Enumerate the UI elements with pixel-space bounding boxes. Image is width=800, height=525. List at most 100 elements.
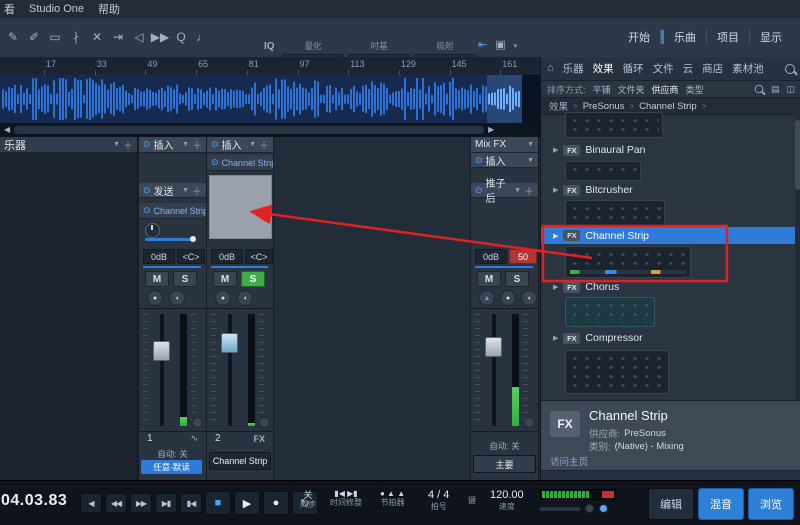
main-fader-handle[interactable] (485, 337, 502, 357)
zoom-tool-icon[interactable]: Q (172, 27, 190, 47)
filter-search-icon[interactable] (755, 85, 764, 94)
metronome-tool-icon[interactable]: ♩ (193, 27, 211, 47)
range-tool-icon[interactable]: ▭ (46, 27, 64, 47)
send-level-bar[interactable] (145, 238, 193, 241)
expand-chevron-icon[interactable]: ▶ (553, 334, 558, 342)
main-name-plate[interactable]: 主要 (473, 455, 536, 473)
ch1-mode-bar[interactable]: 任意-默读 (141, 460, 202, 474)
ch1-solo-button[interactable]: S (173, 271, 197, 287)
time-display[interactable]: 04.03.83 (1, 492, 67, 510)
menu-item-studio-one[interactable]: Studio One (29, 3, 84, 15)
chevron-down-icon[interactable]: ▼ (527, 141, 534, 148)
sort-vendor[interactable]: 供应商 (652, 83, 679, 96)
main-postfader-header[interactable]: ⊙ 推子后 ▼ ＋ (471, 183, 538, 198)
tab-loops[interactable]: 循环 (623, 61, 644, 76)
edit-view-button[interactable]: 编辑 (648, 488, 694, 520)
ch1-gain-field[interactable]: 0dB (143, 249, 175, 264)
pencil-tool-icon[interactable]: ✎ (4, 27, 22, 47)
tab-instruments[interactable]: 乐器 (563, 61, 584, 76)
home-icon[interactable]: ⌂ (547, 63, 554, 74)
sort-type[interactable]: 类型 (686, 83, 704, 96)
audio-track-lane[interactable] (0, 75, 540, 123)
record-button[interactable]: ● (263, 491, 289, 515)
bend-tool-icon[interactable]: ⇥ (109, 27, 127, 47)
ch2-insert-slot[interactable]: ⊙ Channel Strip (207, 155, 273, 171)
add-instrument-icon[interactable]: ＋ (123, 137, 133, 152)
timeline-ruler[interactable]: 173349658197113129145161 (0, 57, 540, 76)
main-solo-button[interactable]: S (505, 271, 529, 287)
browser-scrollbar[interactable] (795, 112, 800, 400)
ch1-inserts-header[interactable]: ⊙ 插入 ▼ ＋ (139, 137, 206, 153)
chevron-down-icon[interactable]: ▼ (527, 157, 534, 164)
main-inserts-header[interactable]: ⊙ 插入 ▼ (471, 153, 538, 168)
paint-tool-icon[interactable]: ✐ (25, 27, 43, 47)
monitor-speaker-icon[interactable]: ◖ (169, 290, 185, 306)
record-arm-icon[interactable]: ● (147, 290, 163, 306)
meter-options-icon[interactable] (192, 417, 203, 428)
page-song-button[interactable]: 乐曲 (664, 25, 706, 49)
page-project-button[interactable]: 项目 (707, 25, 749, 49)
rewind-button[interactable]: ◀◀ (105, 493, 127, 513)
monitor-icon[interactable]: ▣ (495, 40, 505, 51)
return-to-zero-button[interactable]: ▮◀ (180, 493, 202, 513)
list-item-compressor[interactable]: ▶ FX Compressor (541, 330, 800, 346)
timesig-value[interactable]: 4 / 4 (428, 489, 449, 502)
cue-mix-icon[interactable] (585, 504, 594, 513)
ch2-gain-field[interactable]: 0dB (211, 249, 243, 264)
chevron-down-icon[interactable]: ▼ (514, 187, 521, 194)
metronome-group[interactable]: ● ▲ ▲ 节拍器 (380, 490, 405, 507)
visit-homepage-link[interactable]: 访问主页 (550, 454, 588, 468)
add-insert-icon[interactable]: ＋ (259, 137, 269, 152)
grid-view-icon[interactable]: ▤ (771, 85, 780, 94)
punch-in-out-icons[interactable]: ▮◀ ▶▮ (330, 490, 362, 498)
add-insert-icon[interactable]: ＋ (524, 183, 534, 198)
meter-options-icon[interactable] (524, 417, 535, 428)
list-item-channel-strip[interactable]: ▶ FX Channel Strip (541, 227, 800, 244)
expand-chevron-icon[interactable]: ▶ (553, 232, 558, 240)
list-item-bitcrusher[interactable]: ▶ FX Bitcrusher (541, 182, 800, 198)
power-icon[interactable]: ⊙ (143, 185, 151, 196)
power-icon[interactable]: ⊙ (211, 157, 219, 168)
go-to-end-button[interactable]: ▶▮ (155, 493, 177, 513)
play-button[interactable]: ▶ (234, 491, 260, 515)
tab-files[interactable]: 文件 (653, 61, 674, 76)
breadcrumb-channel-strip[interactable]: Channel Strip (639, 101, 697, 112)
fast-forward-button[interactable]: ▶▶ (130, 493, 152, 513)
split-tool-icon[interactable]: ∤ (67, 27, 85, 47)
tab-shop[interactable]: 商店 (702, 61, 723, 76)
plugin-thumbnail[interactable] (565, 246, 691, 278)
sort-flat[interactable]: 平铺 (593, 83, 611, 96)
ch2-mute-button[interactable]: M (213, 271, 237, 287)
punch-group[interactable]: ▮◀ ▶▮ 时间修整 (330, 490, 362, 507)
timesig-group[interactable]: 4 / 4 拍号 (428, 489, 449, 511)
chevron-down-icon[interactable]: ▼ (113, 141, 120, 148)
breadcrumb-presonus[interactable]: PreSonus (583, 101, 625, 112)
mono-icon[interactable]: ▲ (479, 290, 495, 306)
ch2-name-plate[interactable]: Channel Strip (209, 452, 271, 470)
power-icon[interactable]: ⊙ (475, 155, 483, 166)
main-mute-button[interactable]: M (477, 271, 501, 287)
menu-item-help[interactable]: 帮助 (98, 1, 120, 17)
ch1-mute-button[interactable]: M (145, 271, 169, 287)
tempo-group[interactable]: 120.00 速度 (490, 489, 524, 511)
ch1-fader-handle[interactable] (153, 341, 170, 361)
mix-view-button[interactable]: 混音 (698, 488, 744, 520)
search-icon[interactable] (785, 64, 795, 74)
plugin-thumbnail[interactable] (565, 350, 669, 394)
ch1-sends-header[interactable]: ⊙ 发送 ▼ ＋ (139, 183, 206, 198)
add-send-icon[interactable]: ＋ (192, 183, 202, 198)
monitor-speaker-icon[interactable]: ◖ (521, 290, 537, 306)
stop-button[interactable]: ■ (205, 491, 231, 515)
horizontal-scrollbar[interactable]: ◀ ▶ (0, 123, 540, 137)
sync-toggle[interactable]: 关 同步 (300, 490, 316, 510)
mixfx-header[interactable]: Mix FX ▼ (471, 137, 538, 153)
ch1-pan-field[interactable]: <C> (177, 249, 205, 264)
ch2-pan-field[interactable]: <C> (245, 249, 273, 264)
monitor-icon[interactable] (599, 504, 608, 513)
ch2-solo-button[interactable]: S (241, 271, 265, 287)
scroll-right-icon[interactable]: ▶ (488, 126, 494, 134)
record-arm-icon[interactable]: ● (500, 290, 516, 306)
main-cue-field[interactable]: 50 (509, 249, 537, 264)
record-arm-icon[interactable]: ● (215, 290, 231, 306)
page-start-button[interactable]: 开始 (618, 25, 660, 49)
